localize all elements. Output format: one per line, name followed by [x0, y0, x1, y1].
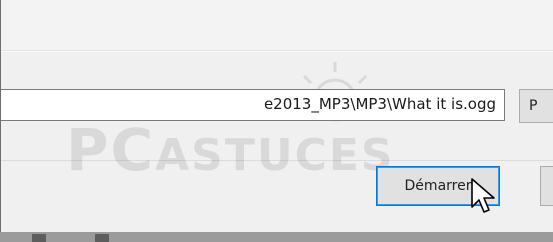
taskbar-icon[interactable] [95, 234, 109, 242]
file-path-value: e2013_MP3\MP3\What it is.ogg [263, 95, 496, 113]
divider [0, 51, 553, 52]
dialog-header-area [0, 0, 553, 50]
watermark-text: PCASTUCES [66, 116, 395, 184]
window-border [0, 0, 1, 242]
file-path-input[interactable]: e2013_MP3\MP3\What it is.ogg [0, 89, 505, 121]
taskbar-strip [0, 232, 553, 242]
arrow-cursor-icon [471, 178, 495, 213]
divider [0, 160, 553, 161]
taskbar-icon[interactable] [32, 234, 46, 242]
secondary-button[interactable] [540, 166, 553, 206]
browse-button[interactable]: P [519, 89, 553, 123]
